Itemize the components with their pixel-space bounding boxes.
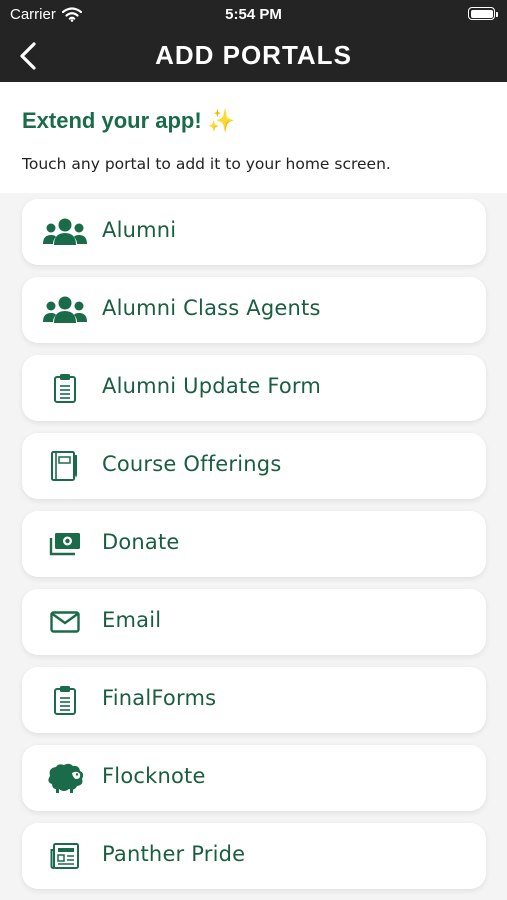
portal-item-donate[interactable]: Donate xyxy=(22,511,486,577)
portal-item-panther-pride[interactable]: Panther Pride xyxy=(22,823,486,889)
portal-label: Course Offerings xyxy=(102,452,282,476)
portal-item-alumni-class-agents[interactable]: Alumni Class Agents xyxy=(22,277,486,343)
clipboard-icon xyxy=(42,683,88,717)
portal-label: Alumni xyxy=(102,218,177,242)
money-icon xyxy=(42,527,88,561)
portal-item-flocknote[interactable]: Flocknote xyxy=(22,745,486,811)
sparkles-icon: ✨ xyxy=(207,108,236,133)
users-icon xyxy=(42,215,88,249)
portal-label: Panther Pride xyxy=(102,842,246,866)
portal-label: Donate xyxy=(102,530,180,554)
status-bar: Carrier 5:54 PM xyxy=(0,0,507,30)
portal-label: Alumni Class Agents xyxy=(102,296,321,320)
portal-label: FinalForms xyxy=(102,686,217,710)
newspaper-icon xyxy=(42,839,88,873)
users-icon xyxy=(42,293,88,327)
intro-subtitle: Touch any portal to add it to your home … xyxy=(22,155,391,173)
envelope-icon xyxy=(42,605,88,639)
portal-item-alumni-update-form[interactable]: Alumni Update Form xyxy=(22,355,486,421)
portal-item-email[interactable]: Email xyxy=(22,589,486,655)
top-bar: Carrier 5:54 PM ADD PORTALS xyxy=(0,0,507,82)
portal-item-course-offerings[interactable]: Course Offerings xyxy=(22,433,486,499)
clipboard-icon xyxy=(42,371,88,405)
portal-label: Email xyxy=(102,608,162,632)
battery-icon xyxy=(468,7,498,20)
portal-item-finalforms[interactable]: FinalForms xyxy=(22,667,486,733)
notebook-icon xyxy=(42,449,88,483)
navigation-bar: ADD PORTALS xyxy=(0,30,507,82)
portal-item-alumni[interactable]: Alumni xyxy=(22,199,486,265)
page-title: ADD PORTALS xyxy=(155,40,352,70)
status-time: 5:54 PM xyxy=(225,6,282,23)
portal-list: Alumni Alumni Class Agents Alumni Update… xyxy=(0,193,507,900)
headline-text: Extend your app! xyxy=(22,108,202,133)
intro-headline: Extend your app! ✨ xyxy=(22,108,235,134)
portal-label: Alumni Update Form xyxy=(102,374,322,398)
sheep-icon xyxy=(42,761,88,795)
portal-label: Flocknote xyxy=(102,764,206,788)
